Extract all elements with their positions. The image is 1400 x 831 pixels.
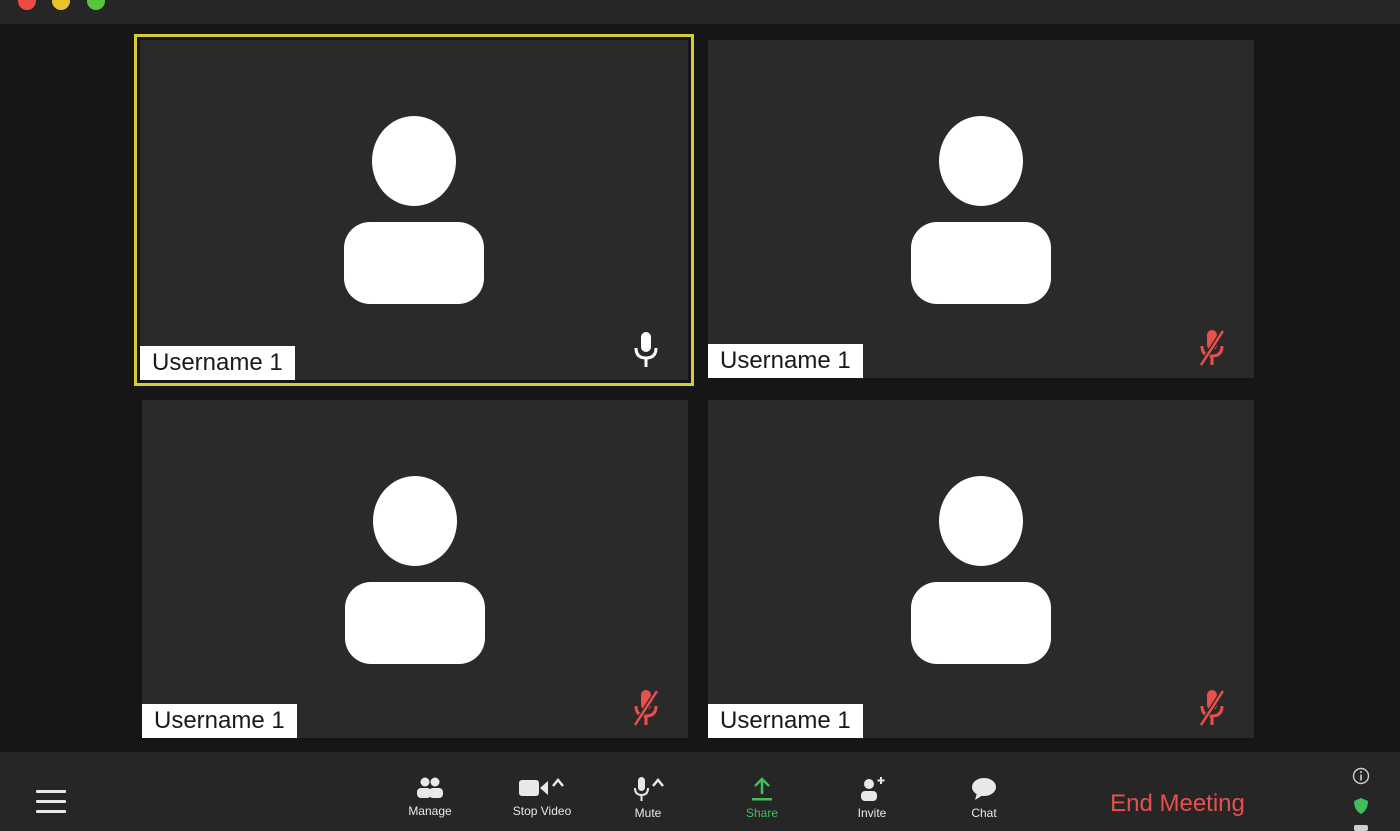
participants-icon <box>417 777 443 798</box>
mute-button[interactable]: Mute <box>598 776 698 831</box>
participant-tile-1[interactable]: Username 1 <box>134 34 694 386</box>
microphone-icon <box>634 777 664 801</box>
participant-name-label: Username 1 <box>708 704 863 738</box>
avatar-placeholder-icon <box>911 476 1051 666</box>
maximize-window-button[interactable] <box>87 0 105 10</box>
participant-tile-3[interactable]: Username 1 <box>142 400 688 738</box>
muted-microphone-icon <box>1198 329 1226 367</box>
close-window-button[interactable] <box>18 0 36 10</box>
participant-name-label: Username 1 <box>140 346 295 380</box>
hamburger-menu-icon[interactable] <box>36 790 68 818</box>
manage-participants-button[interactable]: Manage <box>380 776 480 831</box>
shield-icon[interactable] <box>1353 797 1369 815</box>
info-icon[interactable] <box>1352 767 1370 785</box>
share-screen-button[interactable]: Share <box>712 776 812 831</box>
meeting-window: Username 1 Username 1 Username 1 Usernam… <box>0 0 1400 831</box>
participant-tile-4[interactable]: Username 1 <box>708 400 1254 738</box>
mute-label: Mute <box>634 806 662 820</box>
share-label: Share <box>745 806 779 820</box>
avatar-placeholder-icon <box>345 476 485 666</box>
microphone-icon <box>634 332 658 367</box>
invite-button[interactable]: Invite <box>822 776 922 831</box>
participant-tile-2[interactable]: Username 1 <box>708 40 1254 378</box>
chat-label: Chat <box>971 806 997 820</box>
chat-button[interactable]: Chat <box>934 776 1034 831</box>
stop-video-label: Stop Video <box>512 804 572 818</box>
minimize-window-button[interactable] <box>52 0 70 10</box>
avatar-placeholder-icon <box>911 116 1051 306</box>
end-meeting-button[interactable]: End Meeting <box>1090 786 1265 822</box>
title-bar <box>0 0 1400 24</box>
add-person-icon <box>861 777 885 801</box>
participant-name-label: Username 1 <box>708 344 863 378</box>
share-upload-icon <box>752 777 772 801</box>
avatar-placeholder-icon <box>344 116 484 306</box>
more-status-icon <box>1354 825 1368 831</box>
muted-microphone-icon <box>1198 689 1226 727</box>
manage-participants-label: Manage <box>408 804 452 818</box>
invite-label: Invite <box>857 806 887 820</box>
video-camera-icon <box>519 778 564 796</box>
participant-name-label: Username 1 <box>142 704 297 738</box>
chat-bubble-icon <box>972 778 996 800</box>
stop-video-button[interactable]: Stop Video <box>492 776 592 831</box>
muted-microphone-icon <box>632 689 660 727</box>
